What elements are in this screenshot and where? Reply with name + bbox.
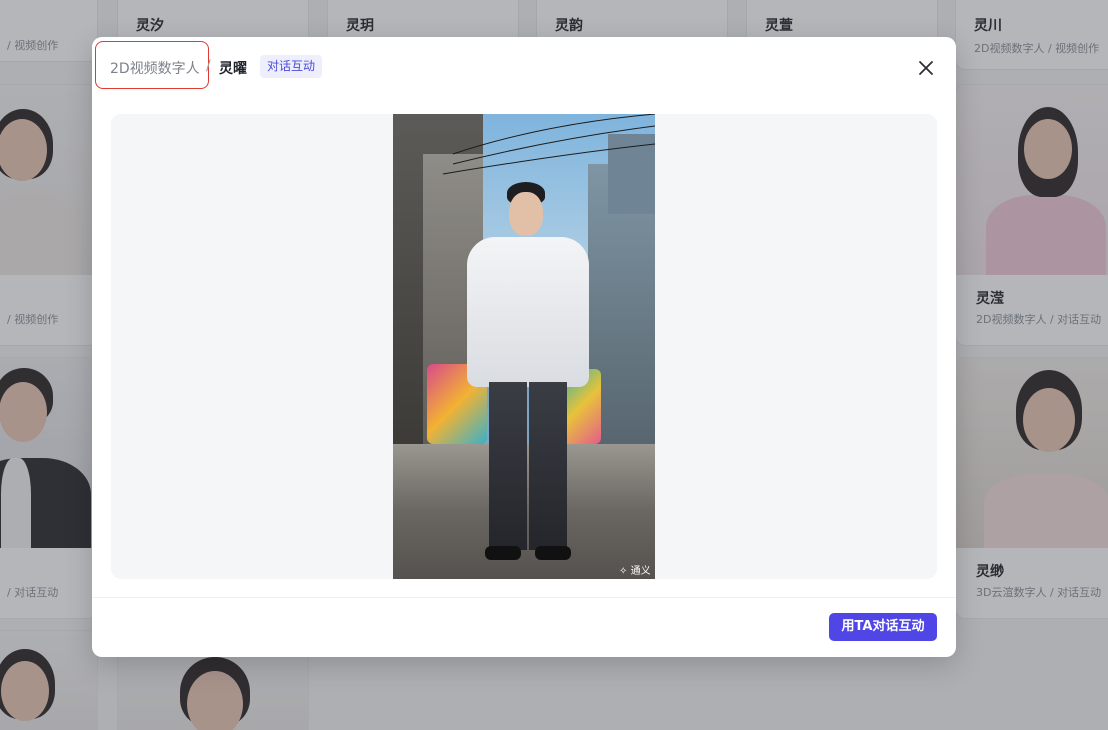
breadcrumb-current: 灵曜 [219, 61, 247, 77]
start-chat-button[interactable]: 用TA对话互动 [829, 613, 937, 641]
tongyi-logo-icon: ✧ [619, 566, 628, 577]
avatar-preview-modal: 2D视频数字人 / 灵曜 对话互动 ✧ 通义 用TA对话互动 [92, 37, 956, 657]
footer-divider [92, 597, 956, 598]
close-icon [919, 61, 933, 75]
modal-header: 2D视频数字人 / 灵曜 对话互动 [92, 37, 956, 99]
breadcrumb-parent-link[interactable]: 2D视频数字人 [110, 58, 200, 78]
watermark: ✧ 通义 [619, 566, 651, 577]
breadcrumb-separator: / [206, 58, 211, 74]
preview-area: ✧ 通义 [111, 114, 937, 579]
avatar-figure [463, 182, 593, 577]
close-button[interactable] [914, 56, 938, 80]
category-tag: 对话互动 [260, 55, 323, 78]
avatar-video-preview[interactable]: ✧ 通义 [393, 114, 655, 579]
